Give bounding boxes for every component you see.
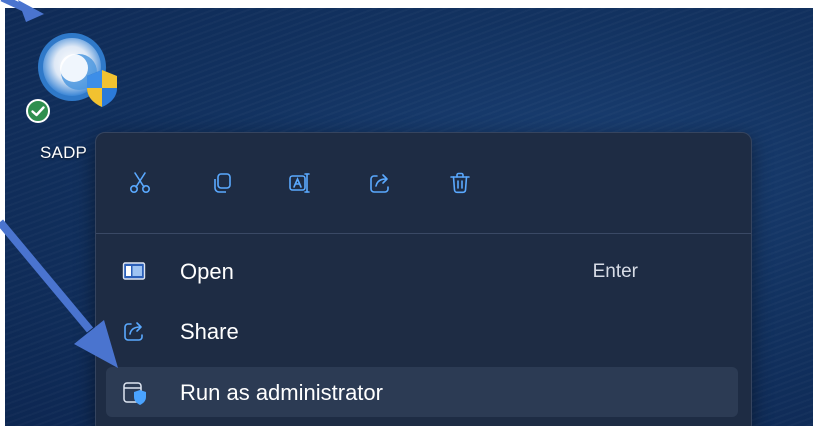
menu-item-label: Open [180,259,234,284]
menu-item-run-as-administrator[interactable]: Run as administrator [106,367,738,417]
menu-item-shortcut: Enter [592,261,638,282]
rename-button[interactable] [278,161,322,205]
rename-icon [289,173,310,193]
share-icon [370,174,389,193]
open-window-icon [122,262,146,280]
scissors-icon [129,172,151,194]
trash-icon [450,172,470,194]
admin-shield-icon [123,382,146,405]
share-quick-button[interactable] [358,161,402,205]
copy-icon [214,173,231,193]
share-icon [124,322,143,341]
desktop-icon-label: SADP [40,143,88,162]
sadp-app-icon [38,33,117,107]
delete-button[interactable] [438,161,482,205]
menu-item-label: Share [180,319,239,344]
copy-button[interactable] [200,161,244,205]
context-menu: Open Enter Share Run as administrator [95,132,752,426]
sync-ok-check-icon [26,99,50,123]
menu-item-open[interactable]: Open Enter [106,246,738,296]
cut-button[interactable] [118,161,162,205]
menu-item-share[interactable]: Share [106,306,738,356]
quick-actions-bar [96,133,751,233]
desktop-background: SADP Open Enter Share Run as administrat… [5,8,813,426]
menu-item-label: Run as administrator [180,380,383,405]
menu-divider [96,233,751,234]
